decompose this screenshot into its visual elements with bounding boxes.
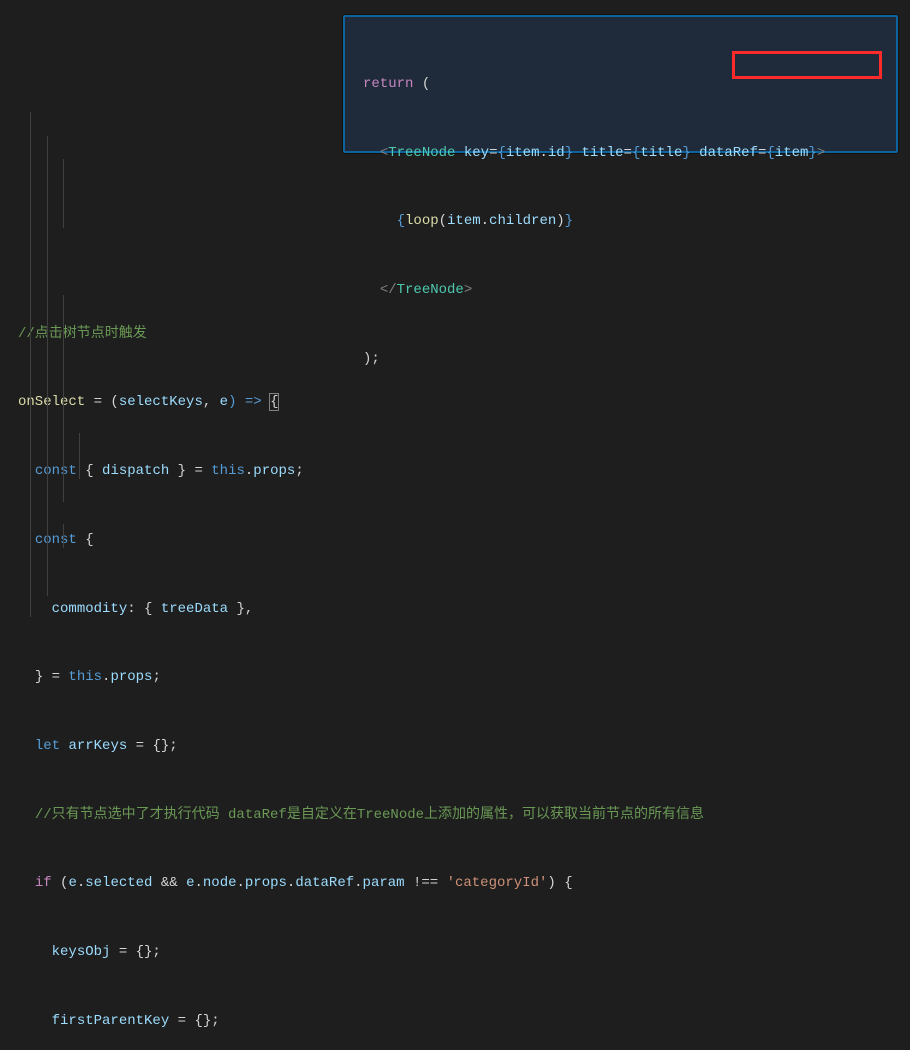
indent-guide: [79, 433, 80, 479]
indent-guide: [47, 136, 48, 596]
popup-line: </TreeNode>: [363, 279, 880, 302]
code-line[interactable]: } = this.props;: [18, 666, 910, 689]
code-line[interactable]: keysObj = {};: [18, 941, 910, 964]
indent-guide: [63, 524, 64, 548]
indent-guide: [30, 112, 31, 617]
code-line[interactable]: if (e.selected && e.node.props.dataRef.p…: [18, 872, 910, 895]
indent-guide: [63, 295, 64, 410]
code-line[interactable]: const {: [18, 529, 910, 552]
code-line[interactable]: const { dispatch } = this.props;: [18, 460, 910, 483]
indent-guide: [63, 159, 64, 228]
code-line[interactable]: commodity: { treeData },: [18, 598, 910, 621]
popup-line: return (: [363, 73, 880, 96]
popup-line: );: [363, 348, 880, 371]
popup-line: <TreeNode key={item.id} title={title} da…: [363, 142, 880, 165]
indent-guide: [63, 410, 64, 502]
comment-text: //只有节点选中了才执行代码 dataRef是自定义在TreeNode上添加的属…: [35, 807, 704, 823]
popup-line: {loop(item.children)}: [363, 210, 880, 233]
comment-text: //点击树节点时触发: [18, 326, 147, 342]
code-line[interactable]: let arrKeys = {};: [18, 735, 910, 758]
code-line[interactable]: //只有节点选中了才执行代码 dataRef是自定义在TreeNode上添加的属…: [18, 804, 910, 827]
code-hint-popup: return ( <TreeNode key={item.id} title={…: [343, 15, 898, 153]
code-line[interactable]: firstParentKey = {};: [18, 1010, 910, 1033]
